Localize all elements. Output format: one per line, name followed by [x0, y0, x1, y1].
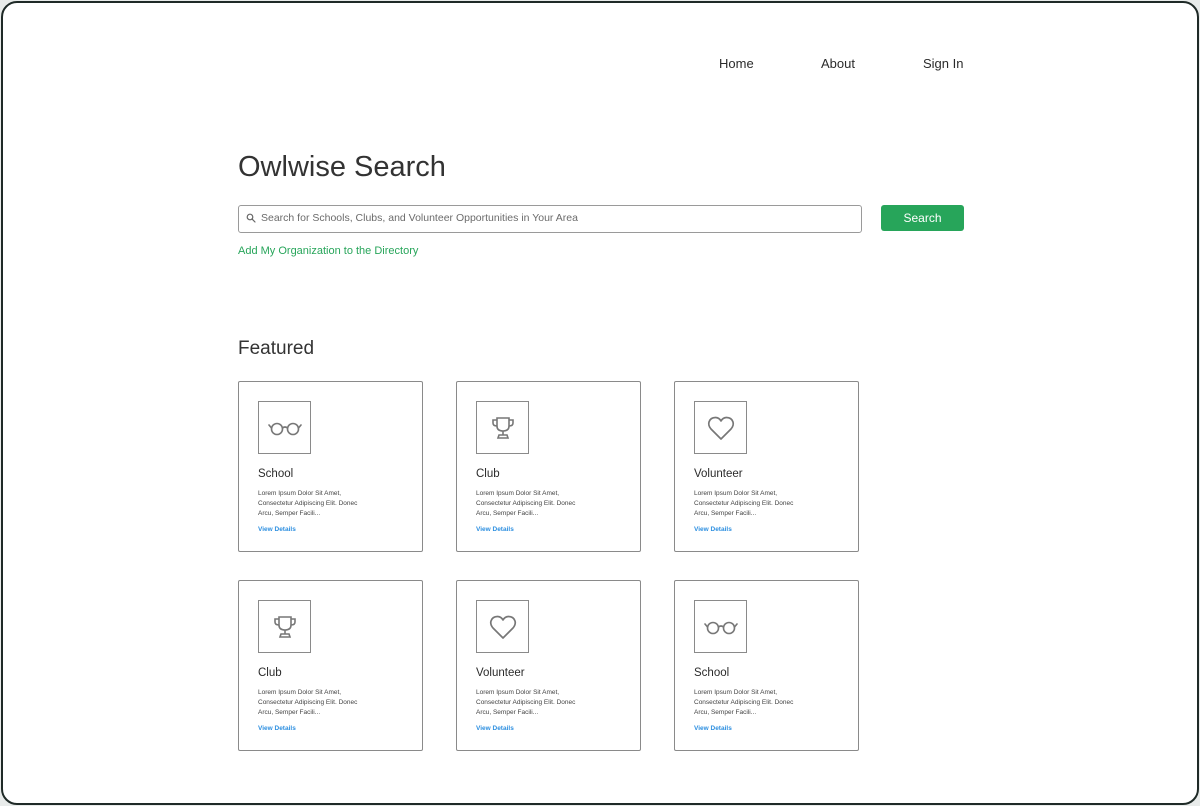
featured-card[interactable]: Volunteer Lorem Ipsum Dolor Sit Amet, Co… — [674, 381, 859, 552]
page-title: Owlwise Search — [238, 151, 446, 183]
heart-icon — [489, 615, 516, 639]
search-icon — [246, 213, 256, 223]
view-details-link[interactable]: View Details — [694, 526, 732, 533]
search-button[interactable]: Search — [881, 205, 964, 231]
search-input[interactable] — [261, 206, 851, 230]
view-details-link[interactable]: View Details — [258, 725, 296, 732]
nav-sign-in-link[interactable]: Sign In — [923, 56, 963, 71]
card-type-label: School — [258, 468, 294, 480]
card-thumbnail — [694, 401, 747, 454]
card-description: Lorem Ipsum Dolor Sit Amet, Consectetur … — [258, 689, 358, 716]
featured-heading: Featured — [238, 338, 315, 359]
card-type-label: Club — [258, 667, 282, 679]
card-thumbnail — [476, 600, 529, 653]
trophy-icon — [273, 615, 296, 638]
featured-card[interactable]: School Lorem Ipsum Dolor Sit Amet, Conse… — [674, 580, 859, 751]
nav-about-link[interactable]: About — [821, 56, 855, 71]
card-description: Lorem Ipsum Dolor Sit Amet, Consectetur … — [694, 689, 794, 716]
featured-card[interactable]: Club Lorem Ipsum Dolor Sit Amet, Consect… — [238, 580, 423, 751]
card-thumbnail — [694, 600, 747, 653]
featured-card[interactable]: Club Lorem Ipsum Dolor Sit Amet, Consect… — [456, 381, 641, 552]
card-thumbnail — [258, 401, 311, 454]
heart-icon — [707, 416, 734, 440]
card-type-label: Club — [476, 468, 500, 480]
card-type-label: School — [694, 667, 730, 679]
card-thumbnail — [476, 401, 529, 454]
featured-card[interactable]: School Lorem Ipsum Dolor Sit Amet, Conse… — [238, 381, 423, 552]
card-description: Lorem Ipsum Dolor Sit Amet, Consectetur … — [476, 689, 576, 716]
view-details-link[interactable]: View Details — [258, 526, 296, 533]
card-type-label: Volunteer — [694, 468, 743, 480]
trophy-icon — [491, 416, 514, 439]
page-frame: Home About Sign In Owlwise Search Search… — [1, 1, 1199, 805]
view-details-link[interactable]: View Details — [694, 725, 732, 732]
card-description: Lorem Ipsum Dolor Sit Amet, Consectetur … — [476, 490, 576, 517]
featured-card[interactable]: Volunteer Lorem Ipsum Dolor Sit Amet, Co… — [456, 580, 641, 751]
card-description: Lorem Ipsum Dolor Sit Amet, Consectetur … — [258, 490, 358, 517]
view-details-link[interactable]: View Details — [476, 725, 514, 732]
glasses-icon — [703, 621, 738, 634]
card-type-label: Volunteer — [476, 667, 525, 679]
nav-home-link[interactable]: Home — [719, 56, 754, 71]
view-details-link[interactable]: View Details — [476, 526, 514, 533]
card-thumbnail — [258, 600, 311, 653]
add-organization-link[interactable]: Add My Organization to the Directory — [238, 245, 418, 257]
glasses-icon — [267, 422, 302, 435]
card-description: Lorem Ipsum Dolor Sit Amet, Consectetur … — [694, 490, 794, 517]
search-field[interactable] — [238, 205, 862, 233]
